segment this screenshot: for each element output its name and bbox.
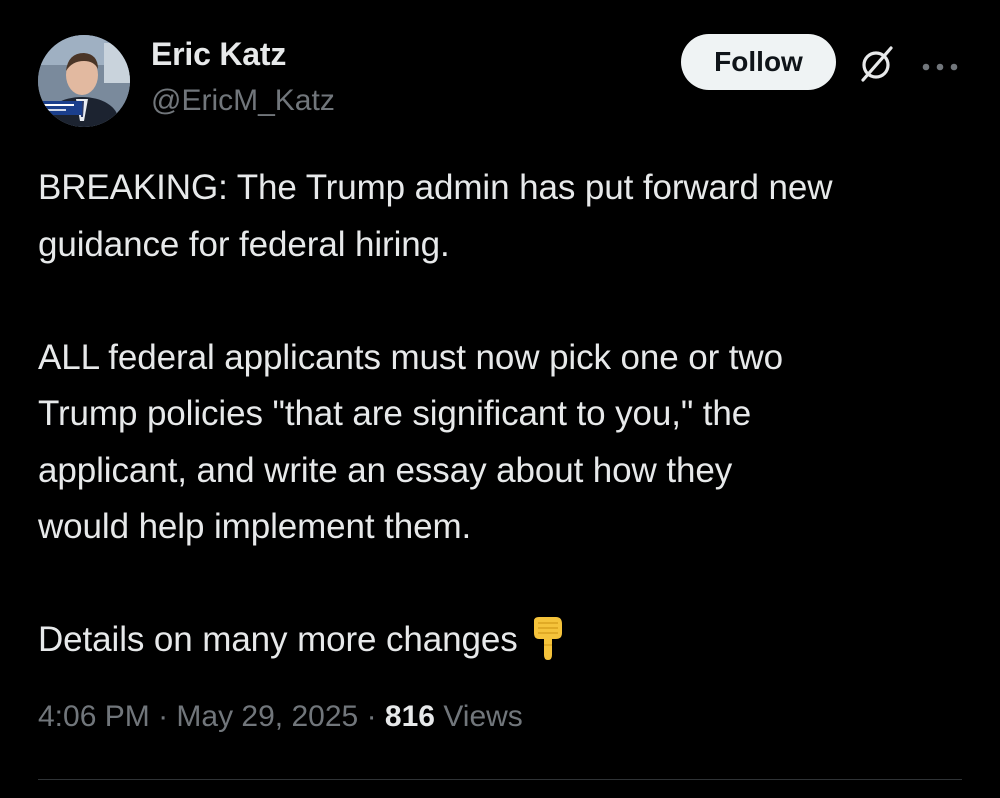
divider <box>38 779 962 780</box>
author-handle[interactable]: @EricM_Katz <box>151 84 335 118</box>
tweet-text: BREAKING: The Trump admin has put forwar… <box>38 160 968 669</box>
views-label: Views <box>443 700 523 733</box>
tweet: Eric Katz @EricM_Katz Follow BREAKING: T… <box>0 0 1000 798</box>
tweet-line: would help implement them. <box>38 507 472 546</box>
avatar[interactable] <box>38 35 130 127</box>
follow-button[interactable]: Follow <box>681 34 836 90</box>
tweet-line: guidance for federal hiring. <box>38 224 450 264</box>
tweet-time[interactable]: 4:06 PM <box>38 700 150 733</box>
tweet-line: Trump policies "that are significant to … <box>38 394 752 433</box>
views-count[interactable]: 816 <box>385 700 435 733</box>
tweet-line: applicant, and write an essay about how … <box>38 450 733 490</box>
tweet-line: BREAKING: The Trump admin has put forwar… <box>38 168 833 207</box>
author-name[interactable]: Eric Katz <box>151 36 286 73</box>
tweet-line: Details on many more changes <box>38 620 518 659</box>
more-options-icon[interactable] <box>920 59 960 71</box>
meta-separator: · <box>158 700 169 733</box>
tweet-date[interactable]: May 29, 2025 <box>176 700 358 733</box>
meta-separator: · <box>366 700 377 733</box>
tweet-line: ALL federal applicants must now pick one… <box>38 337 783 377</box>
tweet-meta: 4:06 PM · May 29, 2025 · 816 Views <box>38 700 523 734</box>
tweet-line-last: Details on many more changes <box>38 612 968 669</box>
pointing-down-emoji-icon <box>530 615 566 661</box>
grok-icon[interactable] <box>857 44 897 84</box>
